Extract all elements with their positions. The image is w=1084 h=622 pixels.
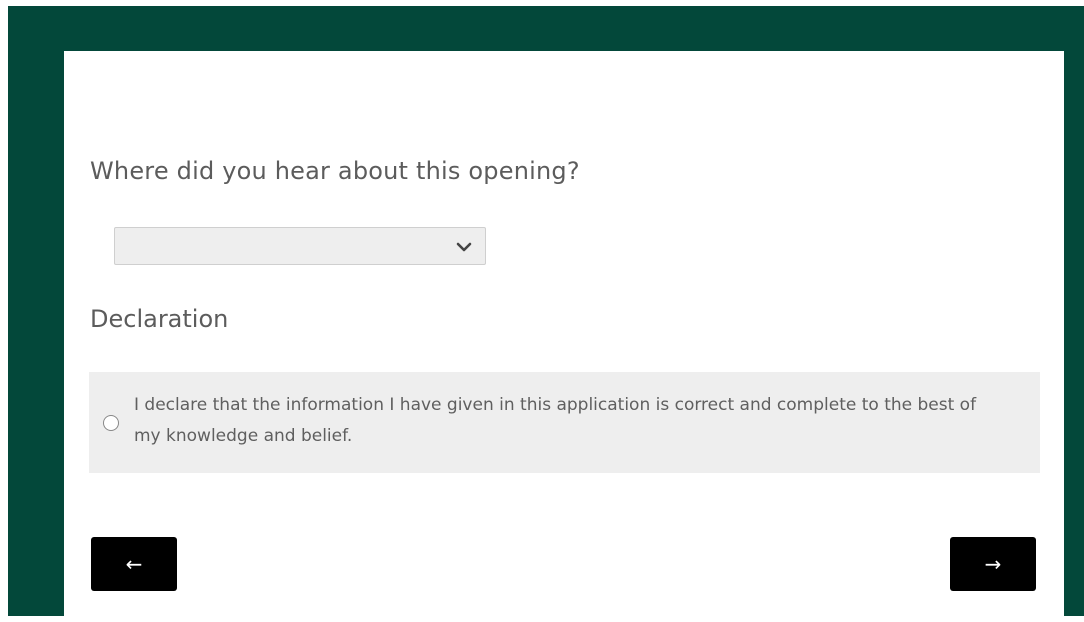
source-question-label: Where did you hear about this opening? <box>90 157 580 185</box>
declaration-text: I declare that the information I have gi… <box>134 395 977 446</box>
chevron-down-icon <box>456 242 472 252</box>
declaration-title: Declaration <box>90 305 229 333</box>
back-button[interactable]: ← <box>91 537 177 591</box>
arrow-left-icon: ← <box>125 552 143 576</box>
declaration-radio[interactable] <box>103 415 119 431</box>
form-card: Where did you hear about this opening? D… <box>64 51 1064 622</box>
arrow-right-icon: → <box>984 552 1002 576</box>
page-frame: Where did you hear about this opening? D… <box>8 6 1084 622</box>
source-select[interactable] <box>114 227 486 265</box>
declaration-option[interactable]: I declare that the information I have gi… <box>89 372 1040 473</box>
next-button[interactable]: → <box>950 537 1036 591</box>
